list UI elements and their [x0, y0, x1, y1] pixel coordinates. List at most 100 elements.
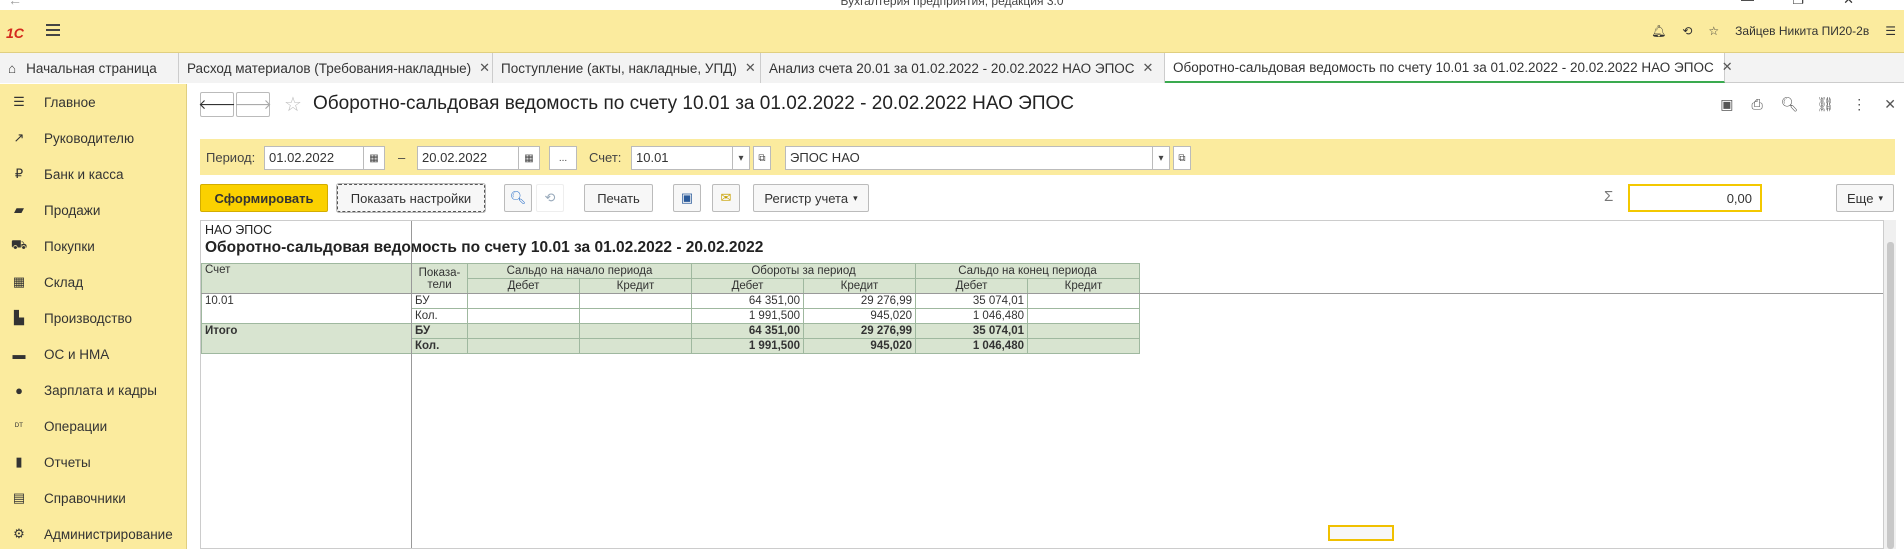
- sidebar-item-warehouse[interactable]: ▦ Склад: [0, 264, 187, 300]
- scrollbar-thumb[interactable]: [1887, 242, 1894, 549]
- sidebar-item-admin[interactable]: ⚙ Администрирование: [0, 516, 187, 552]
- cell-open-credit[interactable]: [579, 293, 692, 309]
- cell-turnover-debit[interactable]: 1 991,500: [691, 338, 804, 354]
- calendar-to-button[interactable]: ▦: [518, 146, 540, 170]
- cell-turnover-credit[interactable]: 945,020: [803, 308, 916, 324]
- cell-open-debit[interactable]: [467, 338, 580, 354]
- link-icon[interactable]: ⛓: [1816, 96, 1834, 113]
- report-spreadsheet[interactable]: НАО ЭПОС Оборотно-сальдовая ведомость по…: [200, 220, 1884, 549]
- trend-icon: ↗: [13, 130, 25, 145]
- cell-indicator[interactable]: Кол.: [411, 308, 468, 324]
- account-dropdown-button[interactable]: ▾: [732, 146, 750, 170]
- cell-close-credit[interactable]: [1027, 293, 1140, 309]
- sidebar-item-directories[interactable]: ▤ Справочники: [0, 480, 187, 516]
- more-vertical-icon[interactable]: ⋮: [1852, 96, 1866, 113]
- sidebar-item-manager[interactable]: ↗ Руководителю: [0, 120, 187, 156]
- account-input[interactable]: 10.01: [631, 146, 733, 170]
- sidebar-item-main[interactable]: ☰ Главное: [0, 84, 187, 120]
- cell-account[interactable]: [201, 338, 412, 354]
- bell-icon[interactable]: 🔔︎: [1651, 24, 1666, 38]
- sidebar-item-fixed-assets[interactable]: ▬ ОС и НМА: [0, 336, 187, 372]
- close-tab-icon[interactable]: ✕: [479, 60, 490, 76]
- tab-home[interactable]: ⌂ Начальная страница: [0, 53, 179, 83]
- sidebar-item-bank[interactable]: ₽ Банк и касса: [0, 156, 187, 192]
- sidebar-item-purchases[interactable]: ⛟ Покупки: [0, 228, 187, 264]
- cell-account[interactable]: [201, 308, 412, 324]
- selected-sum-field[interactable]: 0,00: [1628, 184, 1762, 212]
- search-reset-button[interactable]: ⟲: [536, 184, 564, 212]
- settings-menu-icon[interactable]: ☰: [1885, 24, 1896, 38]
- cell-open-credit[interactable]: [579, 323, 692, 339]
- sidebar-item-salary[interactable]: ● Зарплата и кадры: [0, 372, 187, 408]
- tab-materials-issue[interactable]: Расход материалов (Требования-накладные)…: [179, 53, 493, 83]
- cell-turnover-credit[interactable]: 29 276,99: [803, 323, 916, 339]
- back-button[interactable]: 🡐: [198, 92, 236, 117]
- preview-icon[interactable]: 🔍︎: [1781, 96, 1799, 113]
- report-scrollbar[interactable]: [1884, 220, 1896, 549]
- print-icon[interactable]: ⎙: [1752, 96, 1763, 113]
- sidebar-item-sales[interactable]: ▰ Продажи: [0, 192, 187, 228]
- organization-input[interactable]: ЭПОС НАО: [785, 146, 1153, 170]
- cell-close-debit[interactable]: 1 046,480: [915, 308, 1028, 324]
- cell-account[interactable]: 10.01: [201, 293, 412, 309]
- cell-indicator[interactable]: Кол.: [411, 338, 468, 354]
- sidebar-item-production[interactable]: ▙ Производство: [0, 300, 187, 336]
- search-button[interactable]: 🔍︎: [504, 184, 532, 212]
- user-name[interactable]: Зайцев Никита ПИ20-2в: [1735, 24, 1869, 38]
- cell-close-credit[interactable]: [1027, 338, 1140, 354]
- close-window-icon[interactable]: ✕: [1843, 0, 1854, 8]
- sidebar-item-label: Главное: [44, 94, 96, 110]
- main-menu-icon[interactable]: [46, 24, 60, 39]
- accounting-register-button[interactable]: Регистр учета ▾: [753, 184, 869, 212]
- favorites-star-icon[interactable]: ☆: [1708, 24, 1719, 38]
- minimize-icon[interactable]: —: [1741, 0, 1754, 7]
- sidebar-item-reports[interactable]: ▮ Отчеты: [0, 444, 187, 480]
- tab-account-analysis[interactable]: Анализ счета 20.01 за 01.02.2022 - 20.02…: [761, 53, 1165, 83]
- cell-close-debit[interactable]: 1 046,480: [915, 338, 1028, 354]
- cell-turnover-credit[interactable]: 29 276,99: [803, 293, 916, 309]
- cell-account[interactable]: Итого: [201, 323, 412, 339]
- period-select-button[interactable]: ...: [549, 146, 577, 170]
- favorite-star-icon[interactable]: ☆: [284, 92, 302, 117]
- selected-cell-cursor[interactable]: [1328, 525, 1394, 541]
- forward-button[interactable]: 🡒: [234, 92, 272, 117]
- cell-indicator[interactable]: БУ: [411, 293, 468, 309]
- save-report-button[interactable]: ▣: [673, 184, 701, 212]
- sidebar-item-operations[interactable]: ᴰᵀ Операции: [0, 408, 187, 444]
- cell-turnover-debit[interactable]: 64 351,00: [691, 323, 804, 339]
- organization-dropdown-button[interactable]: ▾: [1152, 146, 1170, 170]
- cell-close-credit[interactable]: [1027, 308, 1140, 324]
- calendar-from-button[interactable]: ▦: [363, 146, 385, 170]
- cell-open-debit[interactable]: [467, 323, 580, 339]
- cell-close-credit[interactable]: [1027, 323, 1140, 339]
- tab-trial-balance[interactable]: Оборотно-сальдовая ведомость по счету 10…: [1165, 53, 1733, 83]
- cell-open-credit[interactable]: [579, 308, 692, 324]
- cell-open-debit[interactable]: [467, 293, 580, 309]
- cell-open-credit[interactable]: [579, 338, 692, 354]
- generate-button[interactable]: Сформировать: [200, 184, 328, 212]
- account-open-button[interactable]: ⧉: [753, 146, 771, 170]
- more-button[interactable]: Еще ▾: [1836, 184, 1894, 212]
- close-tab-icon[interactable]: ✕: [745, 60, 756, 76]
- history-icon[interactable]: ⟲: [1682, 24, 1692, 38]
- organization-open-button[interactable]: ⧉: [1173, 146, 1191, 170]
- print-button[interactable]: Печать: [584, 184, 653, 212]
- cell-close-debit[interactable]: 35 074,01: [915, 323, 1028, 339]
- cell-close-debit[interactable]: 35 074,01: [915, 293, 1028, 309]
- cell-indicator[interactable]: БУ: [411, 323, 468, 339]
- close-tab-icon[interactable]: ✕: [1722, 59, 1733, 75]
- save-icon[interactable]: ▣: [1720, 96, 1733, 113]
- cell-turnover-credit[interactable]: 945,020: [803, 338, 916, 354]
- close-tab-icon[interactable]: ✕: [1143, 60, 1154, 76]
- sidebar-item-label: Склад: [44, 274, 84, 290]
- close-form-icon[interactable]: ✕: [1884, 96, 1896, 113]
- date-from-input[interactable]: 01.02.2022: [264, 146, 364, 170]
- show-settings-button[interactable]: Показать настройки: [336, 183, 486, 213]
- cell-turnover-debit[interactable]: 1 991,500: [691, 308, 804, 324]
- send-email-button[interactable]: ✉: [712, 184, 740, 212]
- restore-icon[interactable]: ❐: [1792, 0, 1804, 8]
- cell-turnover-debit[interactable]: 64 351,00: [691, 293, 804, 309]
- cell-open-debit[interactable]: [467, 308, 580, 324]
- date-to-input[interactable]: 20.02.2022: [417, 146, 519, 170]
- tab-receipts[interactable]: Поступление (акты, накладные, УПД) ✕: [493, 53, 761, 83]
